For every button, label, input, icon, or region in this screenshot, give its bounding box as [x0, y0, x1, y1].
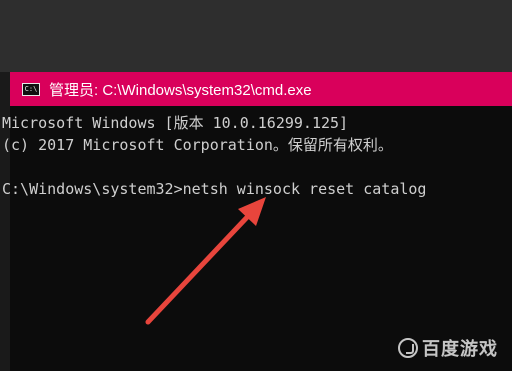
window-title: 管理员: C:\Windows\system32\cmd.exe — [49, 81, 312, 99]
cmd-window[interactable]: C:\ 管理员: C:\Windows\system32\cmd.exe Mic… — [2, 72, 512, 371]
console-output[interactable]: Microsoft Windows [版本 10.0.16299.125] (c… — [2, 112, 512, 371]
console-line-command: C:\Windows\system32>netsh winsock reset … — [2, 180, 427, 198]
console-line-version: Microsoft Windows [版本 10.0.16299.125] — [2, 114, 349, 132]
desktop-background — [0, 0, 512, 72]
title-bar[interactable]: C:\ 管理员: C:\Windows\system32\cmd.exe — [10, 72, 512, 106]
cmd-app-icon[interactable]: C:\ — [22, 82, 40, 96]
baidu-games-logo-icon — [398, 338, 418, 358]
watermark: 百度游戏 — [398, 335, 498, 361]
console-line-copyright: (c) 2017 Microsoft Corporation。保留所有权利。 — [2, 136, 393, 154]
watermark-text: 百度游戏 — [422, 339, 498, 360]
cmd-app-icon-label: C:\ — [24, 84, 38, 93]
